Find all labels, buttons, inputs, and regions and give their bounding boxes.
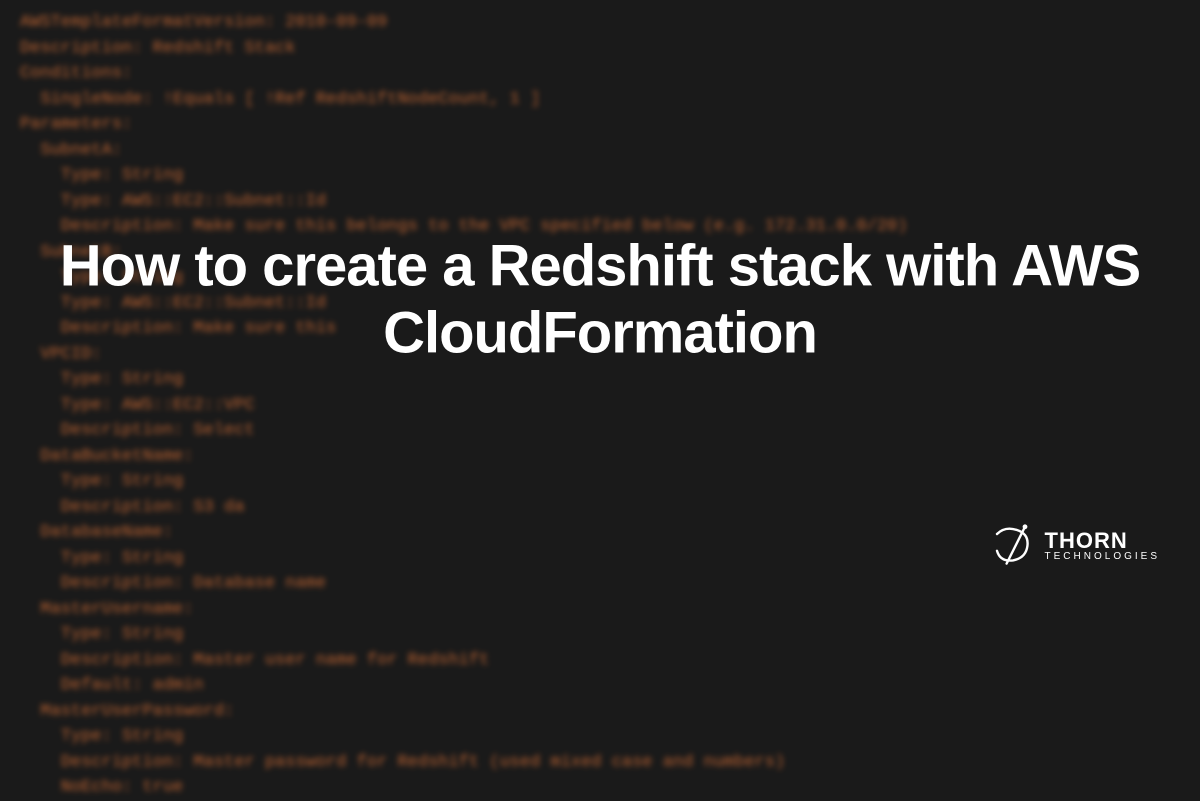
code-line: Description: Master password for Redshif… <box>20 750 1180 776</box>
title-overlay: How to create a Redshift stack with AWS … <box>0 233 1200 366</box>
code-line: Type: String <box>20 367 1180 393</box>
code-line: Description: Master user name for Redshi… <box>20 648 1180 674</box>
code-line: Type: String <box>20 469 1180 495</box>
code-line: Description: Select <box>20 418 1180 444</box>
code-line: AWSTemplateFormatVersion: 2010-09-09 <box>20 10 1180 36</box>
page-title: How to create a Redshift stack with AWS … <box>40 233 1160 366</box>
code-line: Description: S3 da <box>20 495 1180 521</box>
thorn-logo-icon <box>989 522 1037 570</box>
code-line: MasterUserPassword: <box>20 699 1180 725</box>
code-line: SubnetA: <box>20 138 1180 164</box>
code-line: NoEcho: true <box>20 775 1180 801</box>
code-line: DataBucketName: <box>20 444 1180 470</box>
code-line: Default: admin <box>20 673 1180 699</box>
logo-text: THORN TECHNOLOGIES <box>1045 530 1160 562</box>
code-line: MasterUsername: <box>20 597 1180 623</box>
code-line: Type: String <box>20 724 1180 750</box>
code-line: Type: String <box>20 163 1180 189</box>
code-line: Type: String <box>20 622 1180 648</box>
logo: THORN TECHNOLOGIES <box>989 522 1160 570</box>
code-line: Description: Database name <box>20 571 1180 597</box>
logo-subtitle: TECHNOLOGIES <box>1045 552 1160 562</box>
code-line: Type: AWS::EC2::VPC <box>20 393 1180 419</box>
code-line: Conditions: <box>20 61 1180 87</box>
code-line: Parameters: <box>20 112 1180 138</box>
code-line: Description: Redshift Stack <box>20 36 1180 62</box>
code-line: SingleNode: !Equals [ !Ref RedshiftNodeC… <box>20 87 1180 113</box>
logo-name: THORN <box>1045 530 1160 552</box>
code-line: Type: AWS::EC2::Subnet::Id <box>20 189 1180 215</box>
